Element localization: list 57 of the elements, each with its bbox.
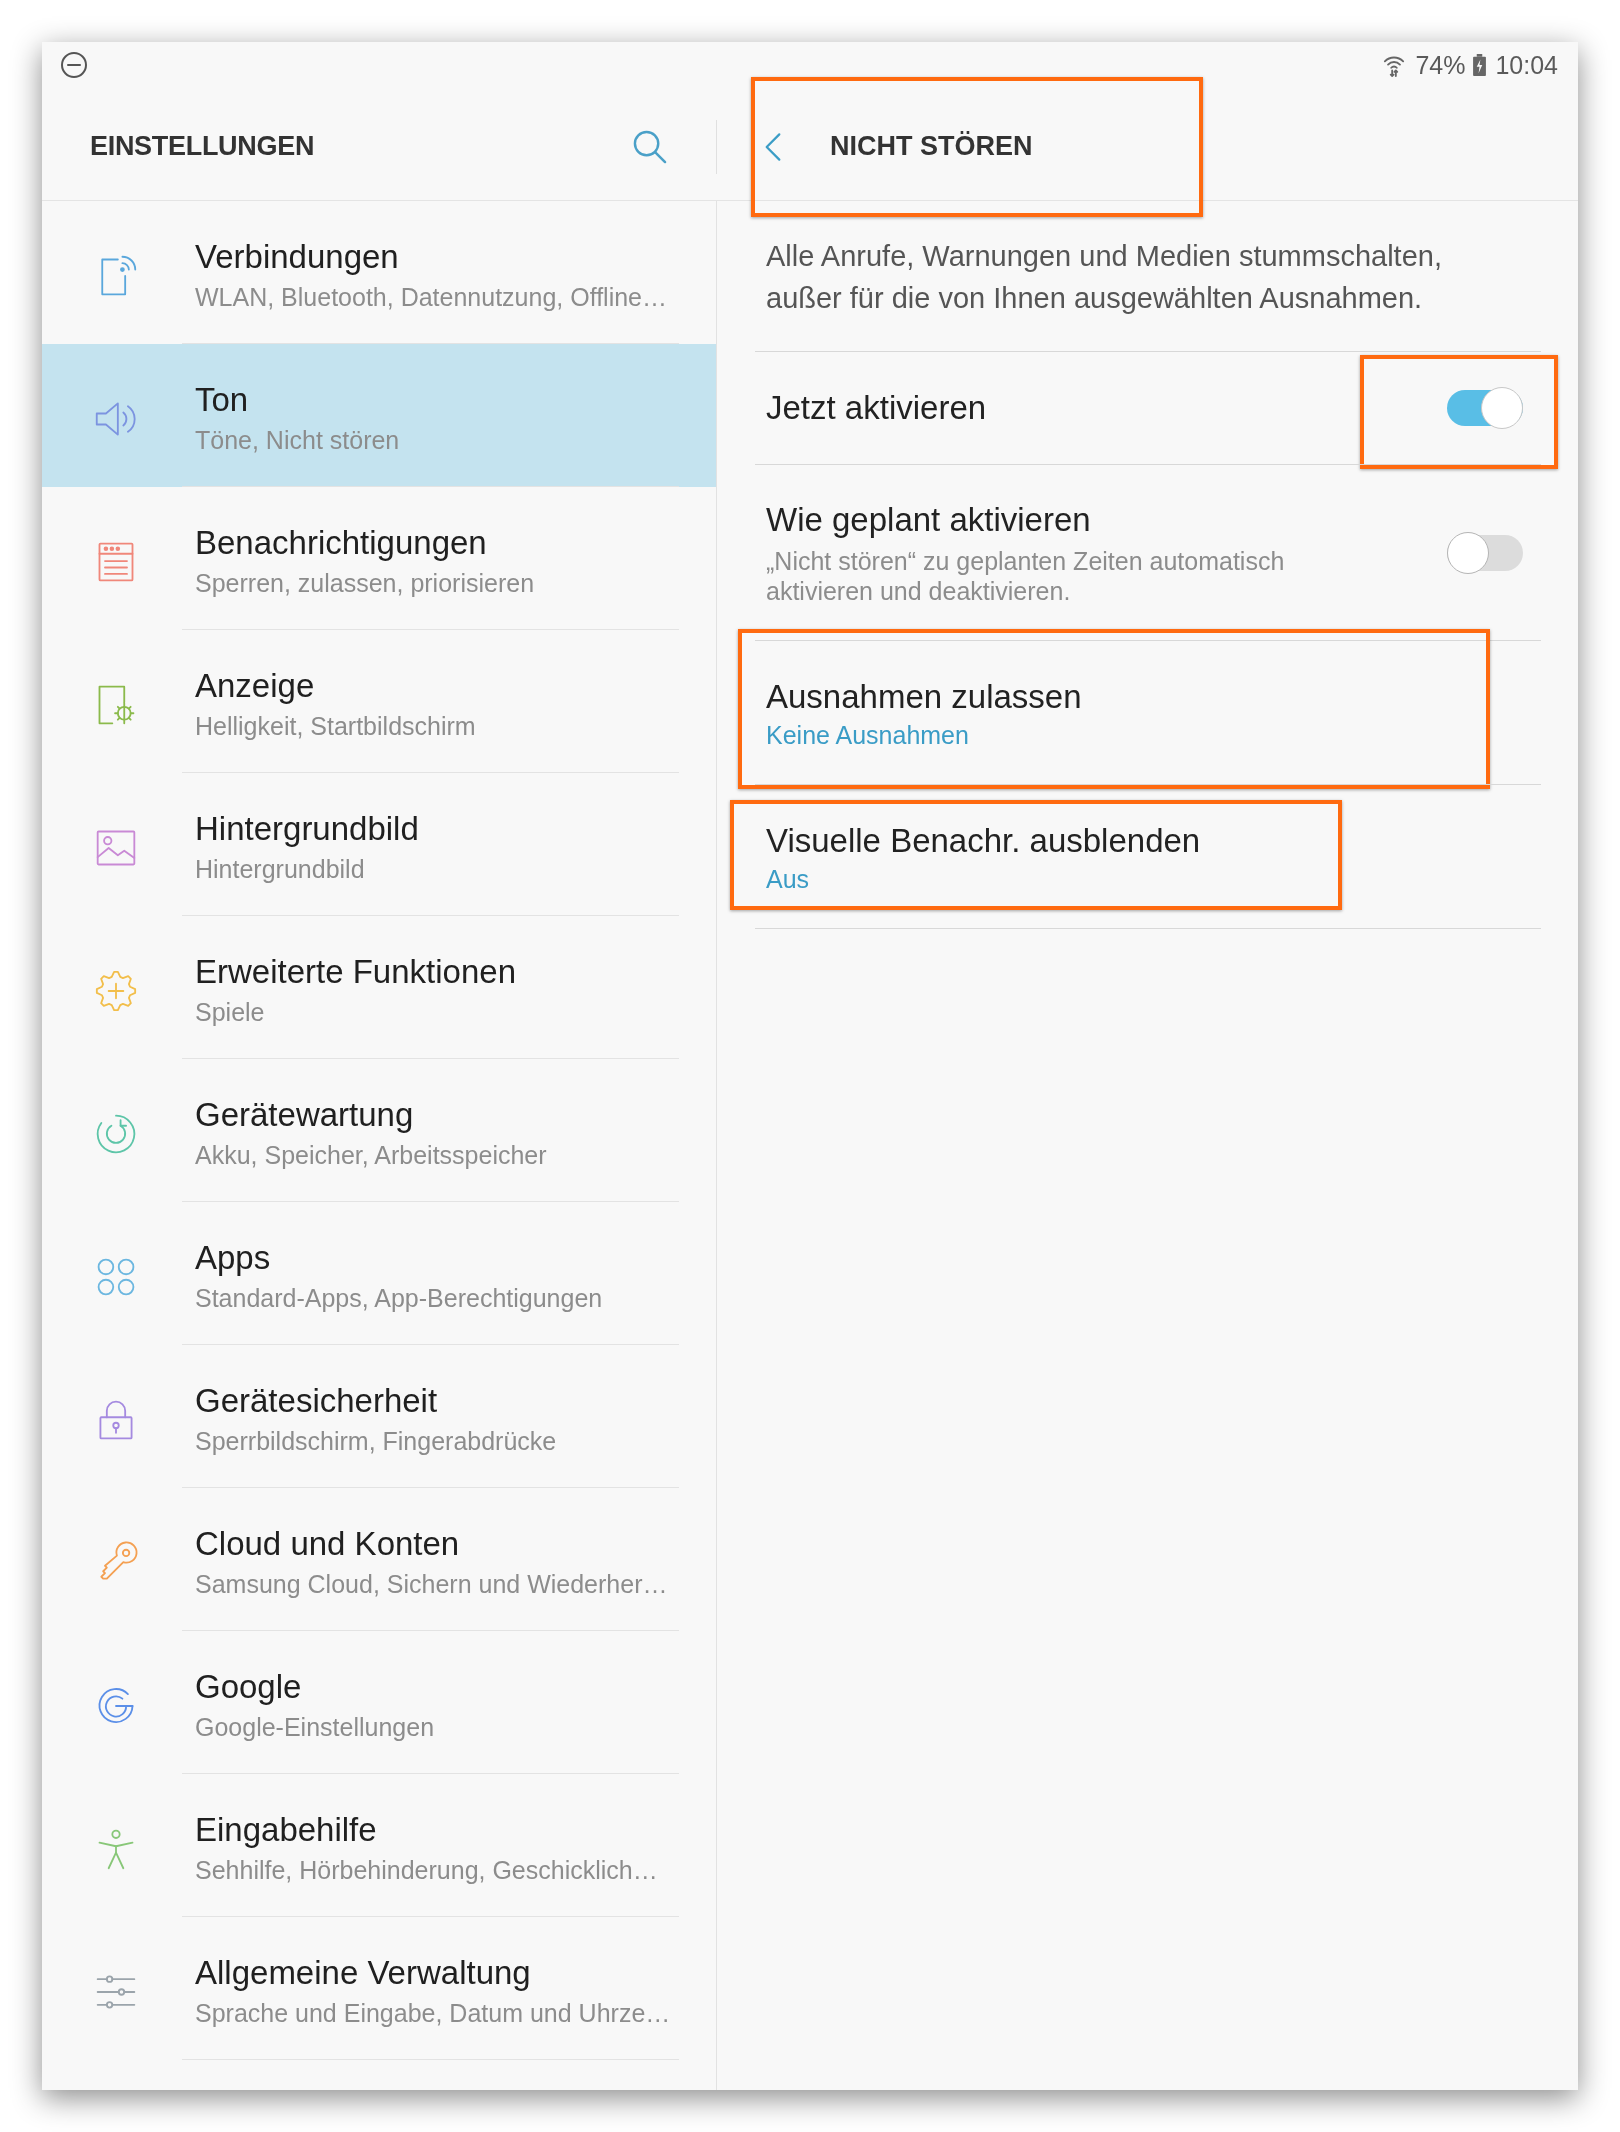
category-title: Allgemeine Verwaltung: [195, 1952, 531, 1993]
category-title: Ton: [195, 379, 249, 420]
category-item[interactable]: Gerätesicherheit Sperrbildschirm, Fingerabdrücke: [42, 1345, 716, 1488]
category-title: Cloud und Konten: [195, 1523, 460, 1564]
category-subtitle: Spiele: [195, 996, 265, 1028]
category-title: Eingabehilfe: [195, 1809, 377, 1850]
category-subtitle: Sperrbildschirm, Fingerabdrücke: [195, 1425, 557, 1457]
setting-value: Keine Ausnahmen: [766, 720, 969, 751]
gear-plus-icon: [94, 968, 138, 1013]
clock-time: 10:04: [1495, 50, 1558, 80]
category-subtitle: WLAN, Bluetooth, Datennutzung, Offline…: [195, 281, 668, 313]
category-subtitle: Akku, Speicher, Arbeitsspeicher: [195, 1139, 547, 1171]
search-icon[interactable]: [632, 129, 667, 164]
page-title: NICHT STÖREN: [830, 130, 1033, 164]
description-text: Alle Anrufe, Warnungen und Medien stummschalten, außer für die von Ihnen ausgewählten Ausnahmen.: [765, 239, 1443, 316]
battery-percentage: 74%: [1415, 50, 1466, 80]
category-title: Benachrichtigungen: [195, 522, 487, 563]
category-subtitle: Google-Einstellungen: [195, 1711, 435, 1743]
setting-title: Jetzt aktivieren: [766, 388, 987, 428]
toggle-switch[interactable]: [1447, 532, 1523, 574]
category-subtitle: Töne, Nicht stören: [195, 424, 400, 456]
category-title: Erweiterte Funktionen: [195, 951, 516, 992]
minus-circle-icon: [60, 51, 88, 79]
setting-value: Aus: [766, 864, 810, 895]
sidebar-title: EINSTELLUNGEN: [90, 130, 316, 164]
category-title: Anzeige: [195, 665, 315, 706]
category-subtitle: Standard-Apps, App-Berechtigungen: [195, 1282, 603, 1314]
category-title: Apps: [195, 1237, 271, 1278]
toggle-switch[interactable]: [1447, 387, 1523, 429]
category-item[interactable]: Allgemeine Verwaltung Sprache und Eingabe, Datum und Uhrze…: [42, 1917, 716, 2060]
setting-title: Wie geplant aktivieren: [766, 500, 1091, 540]
battery-charging-icon: [1473, 54, 1487, 76]
category-item[interactable]: Cloud und Konten Samsung Cloud, Sichern und Wiederher…: [42, 1488, 716, 1631]
setting-title[interactable]: Ausnahmen zulassen: [766, 677, 1082, 717]
category-item[interactable]: Google Google-Einstellungen: [42, 1631, 716, 1774]
category-item[interactable]: Erweiterte Funktionen Spiele: [42, 916, 716, 1059]
back-icon[interactable]: [764, 131, 782, 162]
category-subtitle: Sperren, zulassen, priorisieren: [195, 567, 535, 599]
category-item[interactable]: Eingabehilfe Sehhilfe, Hörbehinderung, Geschicklich…: [42, 1774, 716, 1917]
category-title: Verbindungen: [195, 236, 399, 277]
category-title: Gerätesicherheit: [195, 1380, 438, 1421]
category-subtitle: Sprache und Eingabe, Datum und Uhrze…: [195, 1997, 671, 2029]
category-subtitle: Helligkeit, Startbildschirm: [195, 710, 476, 742]
category-item[interactable]: Gerätewartung Akku, Speicher, Arbeitsspeicher: [42, 1059, 716, 1202]
category-title: Hintergrundbild: [195, 808, 419, 849]
category-item[interactable]: Hintergrundbild Hintergrundbild: [42, 773, 716, 916]
setting-description: „Nicht stören“ zu geplanten Zeiten automatisch aktivieren und deaktivieren.: [766, 546, 1286, 606]
category-title: Gerätewartung: [195, 1094, 414, 1135]
category-subtitle: Sehhilfe, Hörbehinderung, Geschicklich…: [195, 1854, 658, 1886]
category-title: Google: [195, 1666, 302, 1707]
category-subtitle: Samsung Cloud, Sichern und Wiederher…: [195, 1568, 668, 1600]
category-item[interactable]: Ton Töne, Nicht stören: [42, 344, 716, 487]
category-item[interactable]: Anzeige Helligkeit, Startbildschirm: [42, 630, 716, 773]
category-item[interactable]: Benachrichtigungen Sperren, zulassen, priorisieren: [42, 487, 716, 630]
category-item[interactable]: Apps Standard-Apps, App-Berechtigungen: [42, 1202, 716, 1345]
category-subtitle: Hintergrundbild: [195, 853, 365, 885]
setting-title[interactable]: Visuelle Benachr. ausblenden: [766, 821, 1201, 861]
